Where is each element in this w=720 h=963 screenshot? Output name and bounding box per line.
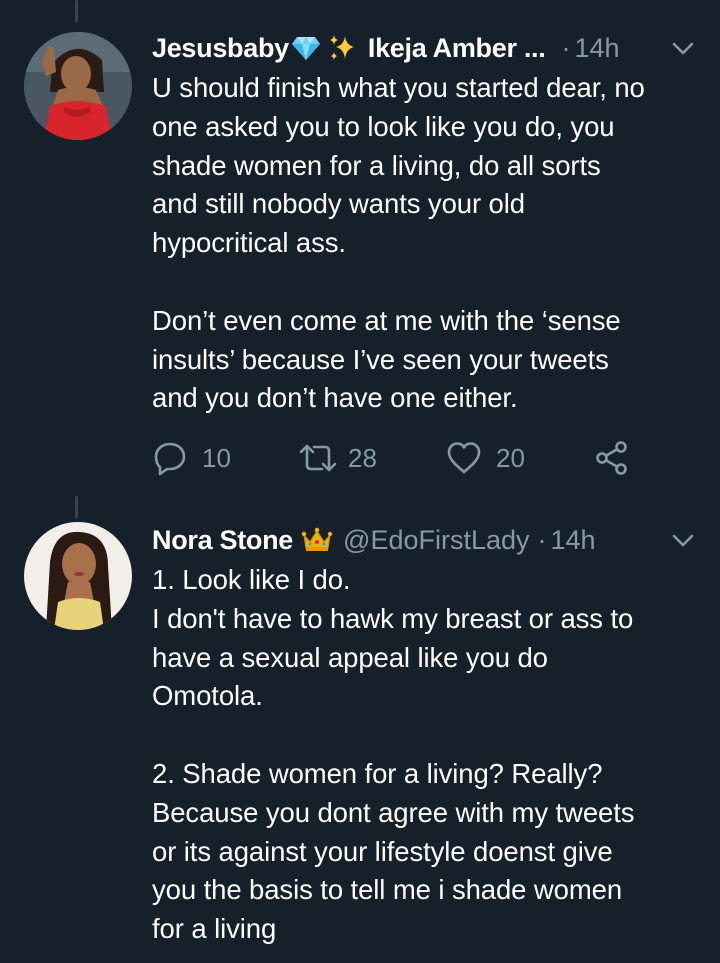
tweet-actions: 10 28 20 bbox=[152, 438, 672, 478]
retweet-icon bbox=[299, 444, 337, 472]
like-count: 20 bbox=[496, 442, 525, 473]
sparkles-icon bbox=[326, 33, 358, 63]
retweet-count: 28 bbox=[348, 442, 377, 473]
avatar[interactable] bbox=[24, 522, 132, 630]
retweet-button[interactable]: 28 bbox=[298, 438, 377, 478]
chevron-down-icon[interactable] bbox=[672, 42, 694, 56]
timestamp[interactable]: 14h bbox=[574, 33, 619, 64]
crown-icon bbox=[301, 525, 333, 555]
tweet-header: Jesusbaby Ikeja Amber ... · 14h bbox=[152, 30, 700, 66]
handle[interactable]: Ikeja Amber ... bbox=[368, 33, 546, 64]
heart-icon bbox=[447, 442, 481, 474]
tweet-text: 1. Look like I do. I don't have to hawk … bbox=[152, 564, 635, 945]
reply-count: 10 bbox=[202, 442, 231, 473]
tweet-header: Nora Stone @EdoFirstLady · 14h bbox=[152, 522, 700, 558]
tweet-text: U should finish what you started dear, n… bbox=[152, 72, 645, 414]
avatar[interactable] bbox=[24, 32, 132, 140]
display-name[interactable]: Jesusbaby bbox=[152, 33, 289, 64]
chevron-down-icon[interactable] bbox=[672, 534, 694, 548]
like-button[interactable]: 20 bbox=[446, 438, 525, 478]
gem-stone-icon bbox=[290, 33, 322, 63]
tweet-nora-stone[interactable]: Nora Stone @EdoFirstLady · 14h 1. Look l… bbox=[0, 490, 720, 963]
separator-dot: · bbox=[537, 524, 547, 555]
reply-icon bbox=[154, 442, 186, 476]
share-button[interactable] bbox=[594, 438, 630, 478]
separator-dot: · bbox=[561, 32, 571, 63]
timestamp[interactable]: 14h bbox=[551, 525, 596, 556]
share-icon bbox=[596, 441, 627, 475]
tweet-jesusbaby[interactable]: Jesusbaby Ikeja Amber ... · 14h U should… bbox=[0, 0, 720, 490]
handle[interactable]: @EdoFirstLady bbox=[343, 525, 529, 556]
reply-button[interactable]: 10 bbox=[152, 438, 231, 478]
display-name[interactable]: Nora Stone bbox=[152, 525, 293, 556]
